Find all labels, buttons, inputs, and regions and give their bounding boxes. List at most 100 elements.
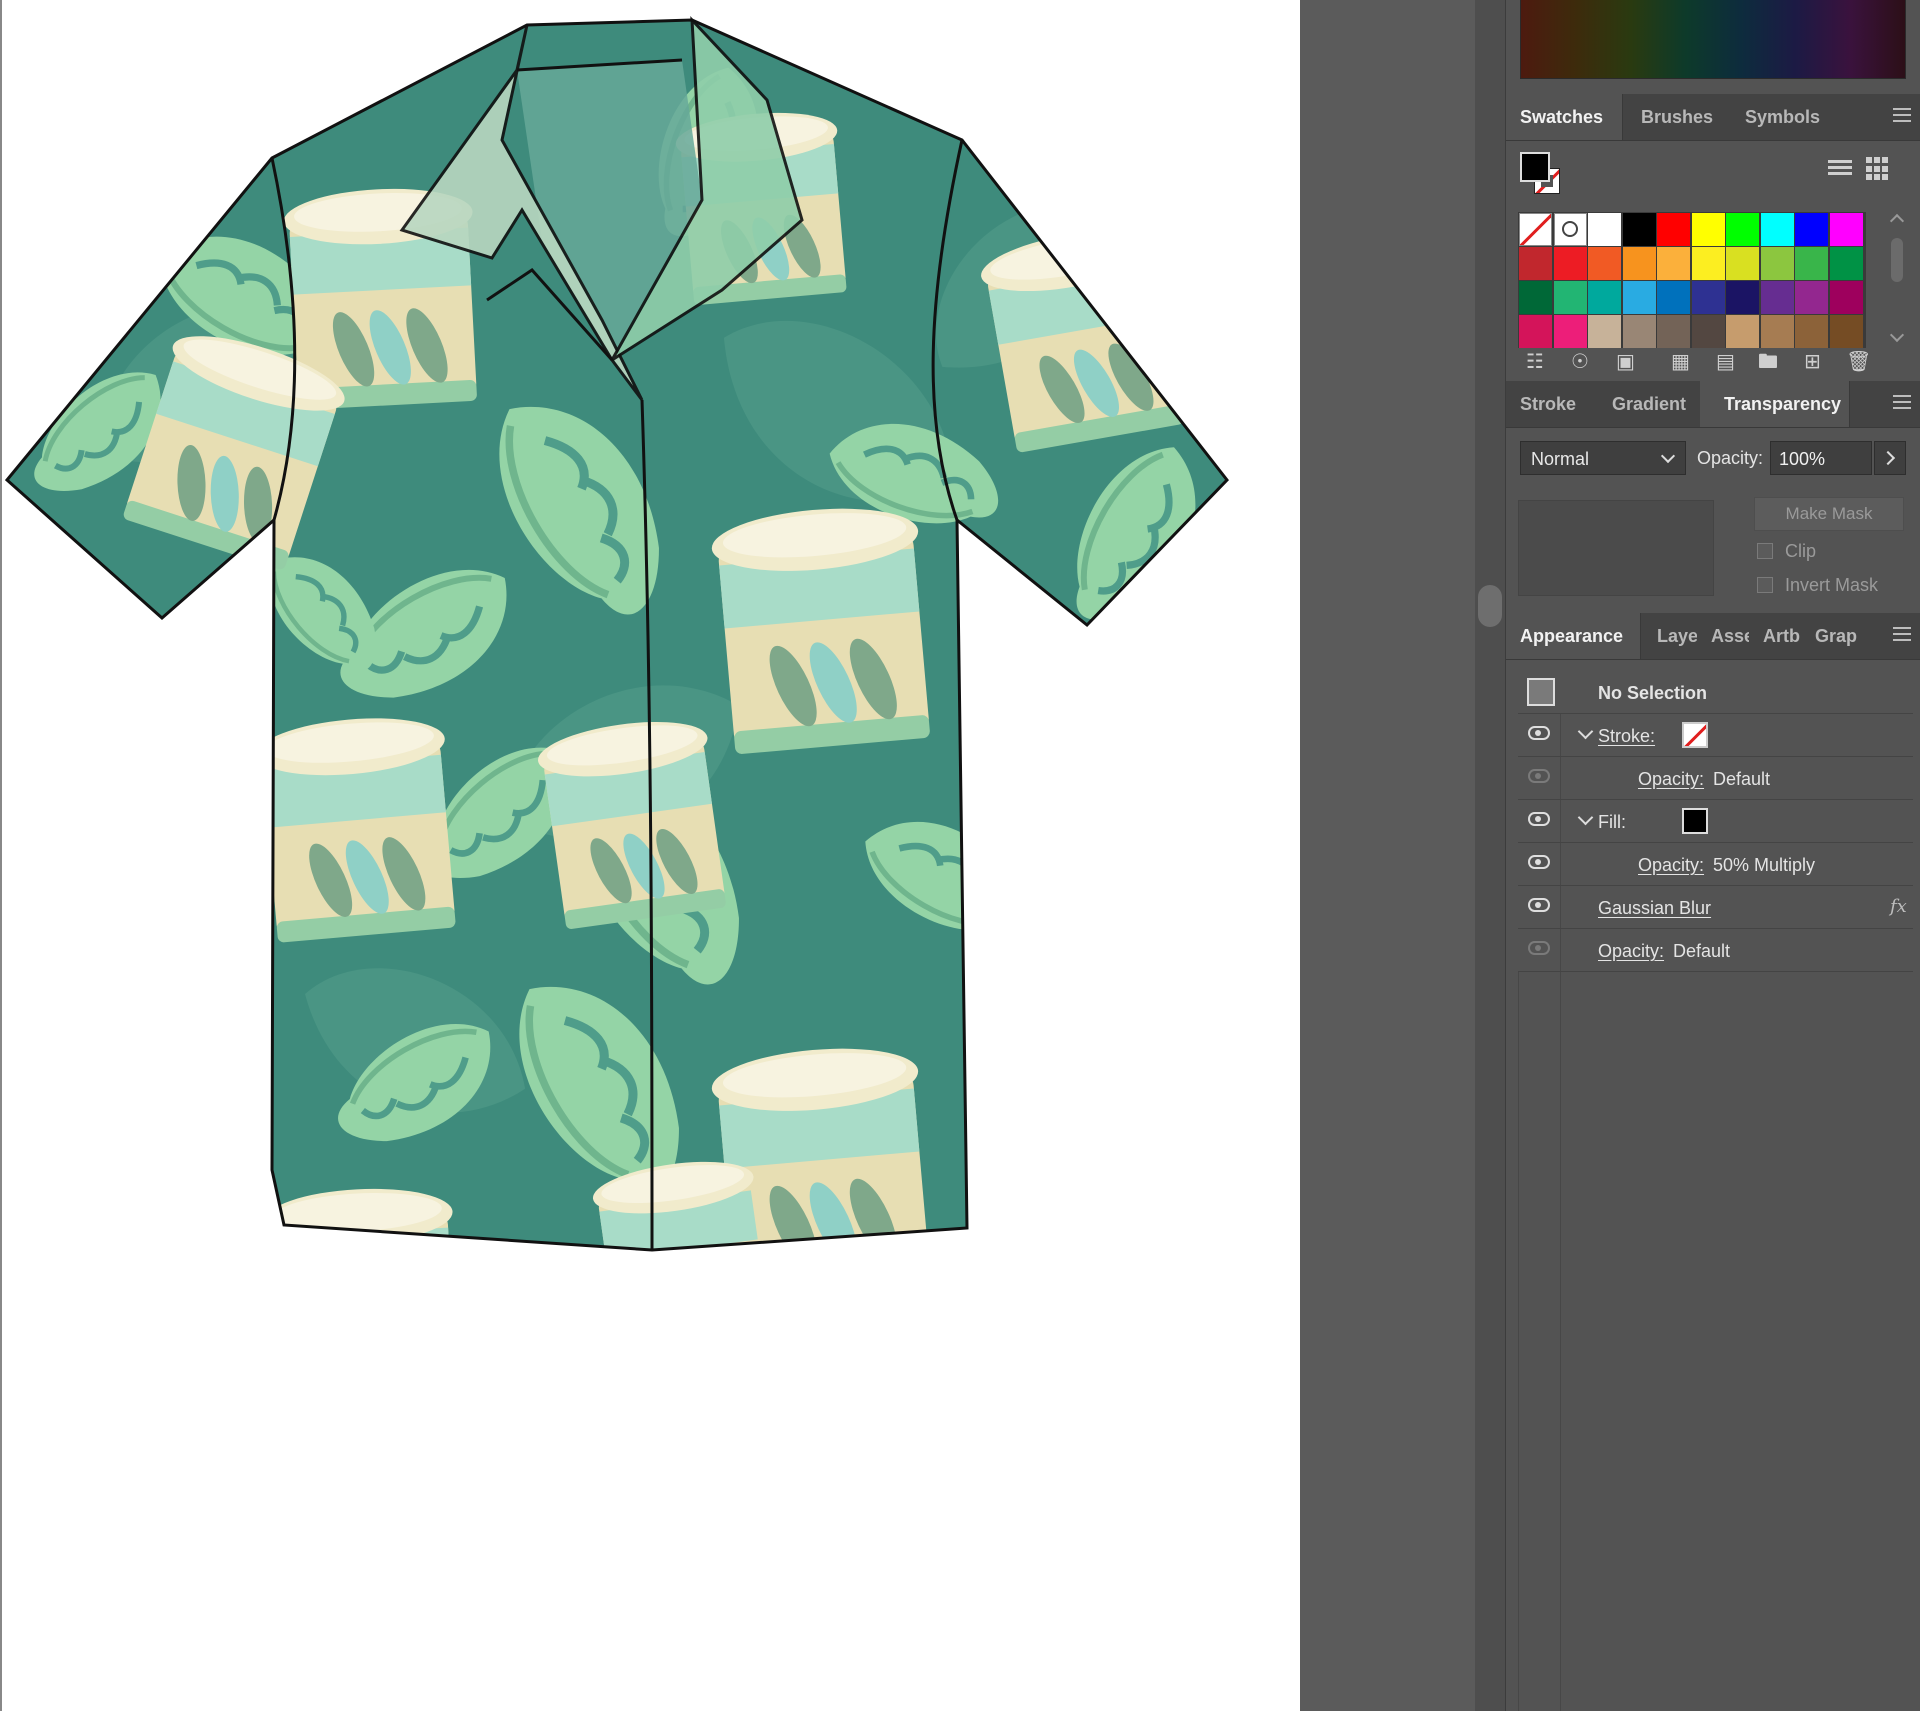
swatch-scrollbar[interactable] <box>1888 212 1906 348</box>
new-color-group-folder-icon[interactable]: 🖿 <box>1758 350 1778 374</box>
swatch-736357[interactable] <box>1657 315 1690 348</box>
swatch-a67c52[interactable] <box>1760 315 1794 348</box>
tab-transparency[interactable]: Transparency <box>1700 381 1850 427</box>
visibility-eye-icon[interactable] <box>1528 898 1550 912</box>
swatch-39b54a[interactable] <box>1795 247 1828 280</box>
artboard-canvas[interactable] <box>0 0 1300 1711</box>
fill-swatch-icon[interactable] <box>1520 152 1550 182</box>
tab-symbols[interactable]: Symbols <box>1731 94 1833 140</box>
swatch-1b1464[interactable] <box>1726 281 1759 314</box>
chevron-down-icon[interactable] <box>1577 723 1594 740</box>
clip-checkbox[interactable] <box>1757 543 1773 559</box>
visibility-eye-icon[interactable] <box>1528 726 1550 740</box>
fill-black-swatch[interactable] <box>1682 808 1708 834</box>
chevron-down-icon[interactable] <box>1577 809 1594 826</box>
swatch-f7931e[interactable] <box>1622 247 1656 280</box>
panel-menu-icon[interactable] <box>1893 108 1911 124</box>
swatch-c1272d[interactable] <box>1519 247 1552 280</box>
swatch-none[interactable] <box>1519 213 1552 246</box>
hawaiian-shirt-artwork[interactable] <box>2 0 1300 1711</box>
swatch-9e005d[interactable] <box>1829 281 1863 314</box>
make-mask-button[interactable]: Make Mask <box>1754 497 1904 531</box>
swatch-registration[interactable] <box>1553 213 1587 246</box>
swatch-d9e021[interactable] <box>1726 247 1759 280</box>
swatch-93278f[interactable] <box>1795 281 1828 314</box>
opacity-label[interactable]: Opacity: <box>1638 769 1704 790</box>
opacity-label[interactable]: Opacity: <box>1638 855 1704 876</box>
scrollbar-thumb[interactable] <box>1478 585 1502 627</box>
swatch-22b573[interactable] <box>1553 281 1587 314</box>
appearance-row-gaussian-blur[interactable]: Gaussian Blur fx <box>1518 886 1913 929</box>
swatch-8c6239[interactable] <box>1795 315 1828 348</box>
tab-stroke[interactable]: Stroke <box>1506 381 1596 427</box>
swatch-8cc63f[interactable] <box>1760 247 1794 280</box>
panel-menu-icon[interactable] <box>1893 395 1911 411</box>
grid-view-icon[interactable] <box>1866 157 1890 181</box>
swatch-ed1c24[interactable] <box>1553 247 1587 280</box>
swatch-998675[interactable] <box>1622 315 1656 348</box>
opacity-slider-button[interactable] <box>1874 441 1906 475</box>
gaussian-blur-label[interactable]: Gaussian Blur <box>1598 898 1711 919</box>
swatch-libraries-icon[interactable]: ☷ <box>1526 350 1544 374</box>
appearance-row-fill-opacity[interactable]: Opacity: 50% Multiply <box>1518 843 1913 886</box>
color-group-icon[interactable]: ▦ <box>1671 350 1690 374</box>
appearance-row-fill[interactable]: Fill: <box>1518 800 1913 843</box>
stroke-none-swatch[interactable] <box>1682 722 1708 748</box>
appearance-row-stroke-opacity[interactable]: Opacity: Default <box>1518 757 1913 800</box>
tab-gradient[interactable]: Gradient <box>1598 381 1698 427</box>
swatch-ff0000[interactable] <box>1657 213 1690 246</box>
swatch-754c24[interactable] <box>1829 315 1863 348</box>
stroke-label[interactable]: Stroke: <box>1598 726 1655 747</box>
new-swatch-icon[interactable]: ⊞ <box>1804 350 1821 374</box>
swatch-29abe2[interactable] <box>1622 281 1656 314</box>
visibility-eye-icon[interactable] <box>1528 812 1550 826</box>
swatch-00ffff[interactable] <box>1760 213 1794 246</box>
swatch-00ff00[interactable] <box>1726 213 1759 246</box>
color-spectrum[interactable] <box>1520 0 1906 79</box>
tab-assets[interactable]: Asse <box>1697 613 1749 659</box>
swatch-d4145a[interactable] <box>1519 315 1552 348</box>
swatch-c7b299[interactable] <box>1588 315 1621 348</box>
delete-swatch-icon[interactable]: 🗑 <box>1846 350 1871 374</box>
swatch-ffff00[interactable] <box>1691 213 1725 246</box>
swatch-options-icon[interactable]: ▣ <box>1616 350 1635 374</box>
tab-artboards[interactable]: Artb <box>1749 613 1801 659</box>
vertical-scrollbar[interactable] <box>1475 0 1505 1711</box>
blend-mode-dropdown[interactable]: Normal <box>1520 441 1686 475</box>
swatch-0000ff[interactable] <box>1795 213 1828 246</box>
tab-swatches[interactable]: Swatches <box>1506 94 1623 140</box>
swatch-f15a24[interactable] <box>1588 247 1621 280</box>
opacity-input[interactable]: 100% <box>1770 441 1872 475</box>
swatch-000000[interactable] <box>1622 213 1656 246</box>
fill-label[interactable]: Fill: <box>1598 812 1626 833</box>
swatch-00a99d[interactable] <box>1588 281 1621 314</box>
show-swatch-kinds-icon[interactable]: ☉ <box>1571 350 1589 374</box>
swatch-ff00ff[interactable] <box>1829 213 1863 246</box>
appearance-row-stroke[interactable]: Stroke: <box>1518 714 1913 757</box>
list-view-icon[interactable] <box>1828 157 1852 181</box>
swatch-0071bc[interactable] <box>1657 281 1690 314</box>
visibility-eye-icon[interactable] <box>1528 941 1550 955</box>
swatch-009245[interactable] <box>1829 247 1863 280</box>
visibility-eye-icon[interactable] <box>1528 855 1550 869</box>
tab-graphic-styles[interactable]: Grap <box>1801 613 1857 659</box>
tab-brushes[interactable]: Brushes <box>1627 94 1729 140</box>
swatch-662d91[interactable] <box>1760 281 1794 314</box>
fx-icon[interactable]: fx <box>1890 896 1907 917</box>
swatch-c69c6d[interactable] <box>1726 315 1759 348</box>
invert-mask-checkbox[interactable] <box>1757 577 1773 593</box>
visibility-eye-icon[interactable] <box>1528 769 1550 783</box>
swatch-ffffff[interactable] <box>1588 213 1621 246</box>
swatch-006837[interactable] <box>1519 281 1552 314</box>
swatch-534741[interactable] <box>1691 315 1725 348</box>
swatch-ed1e79[interactable] <box>1553 315 1587 348</box>
swatch-fcee21[interactable] <box>1691 247 1725 280</box>
opacity-label[interactable]: Opacity: <box>1598 941 1664 962</box>
appearance-row-object-opacity[interactable]: Opacity: Default <box>1518 929 1913 972</box>
swatch-fbb03b[interactable] <box>1657 247 1690 280</box>
tab-appearance[interactable]: Appearance <box>1506 613 1641 659</box>
fill-stroke-indicator[interactable] <box>1520 152 1572 202</box>
panel-menu-icon[interactable] <box>1893 627 1911 643</box>
tab-layers[interactable]: Laye <box>1643 613 1697 659</box>
swatch-2e3192[interactable] <box>1691 281 1725 314</box>
